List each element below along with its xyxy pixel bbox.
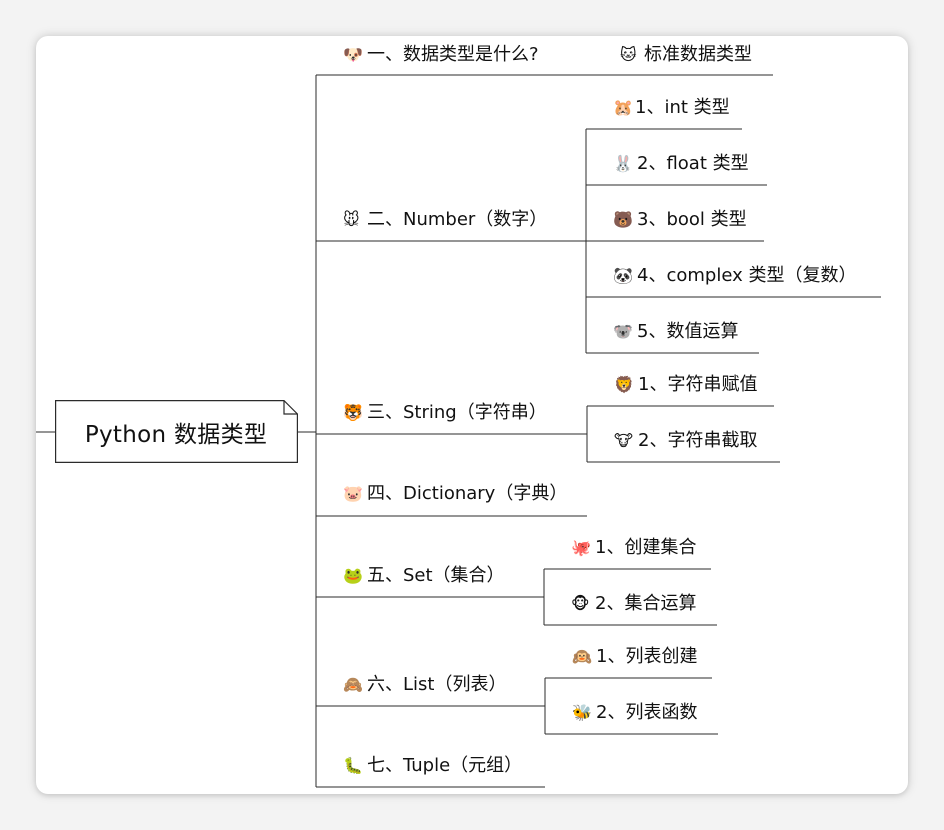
- branch-6-node[interactable]: 🙈 六、List（列表）: [343, 673, 506, 697]
- lion-icon: 🦁: [614, 375, 634, 394]
- root-node[interactable]: Python 数据类型: [55, 400, 298, 463]
- monkey-icon: 🐵: [571, 594, 590, 613]
- list-child-1-node[interactable]: 🙉 1、列表创建: [572, 645, 697, 669]
- number-child-4-label: 4、complex 类型（复数）: [637, 265, 857, 286]
- branch-1-secondary-node[interactable]: 🐱 标准数据类型: [620, 43, 752, 67]
- number-child-5-node[interactable]: 🐨 5、数值运算: [613, 320, 738, 344]
- mouse-icon: 🐭: [343, 210, 360, 229]
- caterpillar-icon: 🐛: [343, 756, 363, 775]
- branch-2-node[interactable]: 🐭 二、Number（数字）: [343, 208, 547, 232]
- branch-7-node[interactable]: 🐛 七、Tuple（元组）: [343, 754, 522, 778]
- cow-icon: 🐮: [614, 431, 633, 450]
- number-child-3-node[interactable]: 🐻 3、bool 类型: [613, 208, 747, 232]
- set-child-1-label: 1、创建集合: [595, 537, 697, 558]
- branch-4-label: 四、Dictionary（字典）: [367, 483, 568, 504]
- branch-5-node[interactable]: 🐸 五、Set（集合）: [343, 564, 505, 588]
- frog-icon: 🐸: [343, 566, 363, 585]
- number-child-4-node[interactable]: 🐼 4、complex 类型（复数）: [613, 264, 856, 288]
- string-child-2-label: 2、字符串截取: [638, 430, 758, 451]
- branch-1-label: 一、数据类型是什么?: [367, 44, 539, 65]
- branch-1-node[interactable]: 🐶 一、数据类型是什么?: [343, 43, 539, 67]
- string-child-1-node[interactable]: 🦁 1、字符串赋值: [614, 373, 757, 397]
- tiger-icon: 🐯: [343, 403, 363, 422]
- number-child-2-node[interactable]: 🐰 2、float 类型: [613, 152, 749, 176]
- list-child-2-label: 2、列表函数: [596, 702, 698, 723]
- hamster-icon: 🐹: [613, 98, 633, 117]
- hear-no-evil-monkey-icon: 🙉: [572, 647, 592, 666]
- bee-icon: 🐝: [572, 703, 592, 722]
- root-node-label: Python 数据类型: [84, 421, 268, 448]
- list-child-2-node[interactable]: 🐝 2、列表函数: [572, 701, 697, 725]
- bear-icon: 🐻: [613, 210, 633, 229]
- branch-7-label: 七、Tuple（元组）: [367, 755, 523, 776]
- number-child-2-label: 2、float 类型: [637, 153, 749, 174]
- branch-3-node[interactable]: 🐯 三、String（字符串）: [343, 401, 547, 425]
- dog-icon: 🐶: [343, 45, 363, 64]
- see-no-evil-monkey-icon: 🙈: [343, 675, 363, 694]
- branch-4-node[interactable]: 🐷 四、Dictionary（字典）: [343, 482, 567, 506]
- set-child-1-node[interactable]: 🐙 1、创建集合: [571, 536, 696, 560]
- number-child-1-node[interactable]: 🐹 1、int 类型: [613, 96, 730, 120]
- branch-1-secondary-label: 标准数据类型: [644, 44, 752, 65]
- branch-2-label: 二、Number（数字）: [367, 209, 548, 230]
- number-child-1-label: 1、int 类型: [635, 97, 730, 118]
- number-child-3-label: 3、bool 类型: [637, 209, 747, 230]
- pig-icon: 🐷: [343, 484, 363, 503]
- koala-icon: 🐨: [613, 322, 633, 341]
- string-child-2-node[interactable]: 🐮 2、字符串截取: [614, 429, 757, 453]
- list-child-1-label: 1、列表创建: [596, 646, 698, 667]
- branch-5-label: 五、Set（集合）: [367, 565, 505, 586]
- octopus-icon: 🐙: [571, 538, 591, 557]
- cat-icon: 🐱: [620, 45, 637, 64]
- set-child-2-label: 2、集合运算: [595, 593, 697, 614]
- branch-6-label: 六、List（列表）: [367, 674, 507, 695]
- string-child-1-label: 1、字符串赋值: [638, 374, 758, 395]
- number-child-5-label: 5、数值运算: [637, 321, 739, 342]
- branch-3-label: 三、String（字符串）: [367, 402, 547, 423]
- panda-icon: 🐼: [613, 266, 633, 285]
- rabbit-icon: 🐰: [613, 154, 633, 173]
- set-child-2-node[interactable]: 🐵 2、集合运算: [571, 592, 696, 616]
